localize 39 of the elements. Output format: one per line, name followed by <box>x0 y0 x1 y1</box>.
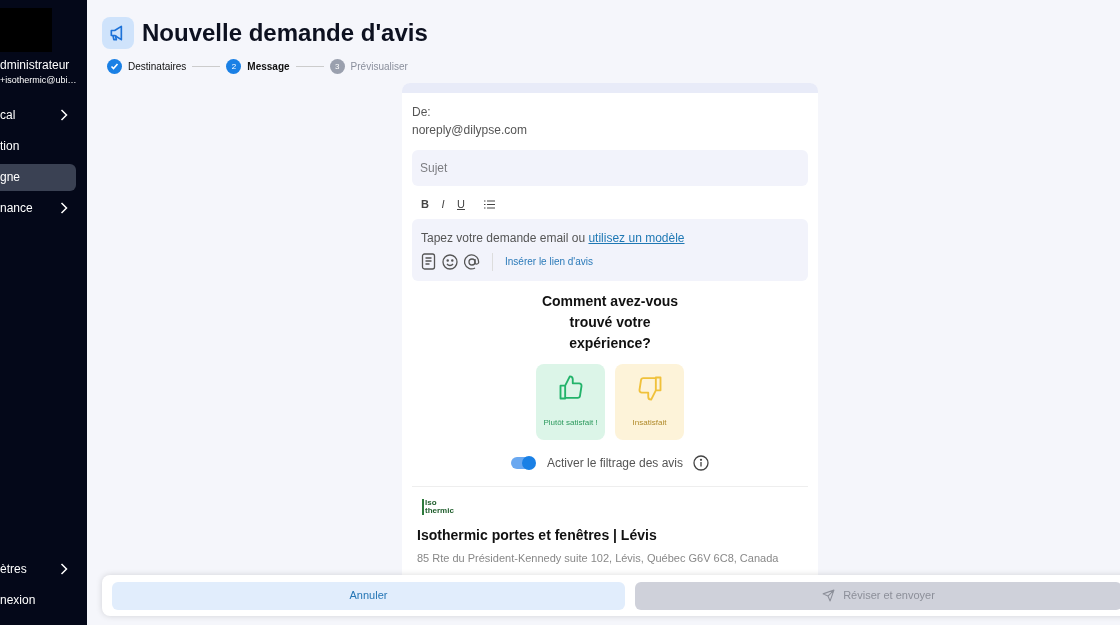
step-label: Message <box>247 60 290 74</box>
filter-toggle-label: Activer le filtrage des avis <box>546 454 684 472</box>
megaphone-icon <box>102 17 134 49</box>
message-editor[interactable]: Tapez votre demande email ou utilisez un modèle Insérer le lien d'avis <box>412 218 808 281</box>
sidebar-item[interactable]: cal <box>0 101 76 129</box>
at-sign-icon[interactable] <box>464 253 480 270</box>
format-button[interactable]: U <box>456 196 466 213</box>
emoji-icon[interactable] <box>442 253 458 270</box>
from-address: noreply@dilypse.com <box>412 122 528 139</box>
sidebar-item[interactable]: nance <box>0 194 76 222</box>
sidebar-item[interactable]: ètres <box>0 555 76 582</box>
logo-placeholder <box>0 8 52 52</box>
step-indicator: 2 <box>226 59 242 74</box>
insert-review-link[interactable]: Insérer le lien d'avis <box>505 254 594 269</box>
list-icon[interactable] <box>484 199 495 209</box>
message-placeholder: Tapez votre demande email ou utilisez un modèle <box>421 229 686 247</box>
user-role: dministrateur <box>0 57 71 74</box>
sidebar-item[interactable]: tion <box>0 132 76 160</box>
user-email: +isothermic@ubi… <box>0 74 78 87</box>
info-icon[interactable] <box>693 454 710 471</box>
send-icon <box>822 589 836 602</box>
step-indicator: 3 <box>329 59 345 74</box>
company-logo: Iso thermic <box>422 498 460 515</box>
survey-question: Comment avez-vous trouvé votre expérience? <box>540 291 680 353</box>
business-address: 85 Rte du Président-Kennedy suite 102, Lévis, Québec G6V 6C8, Canada <box>417 550 780 566</box>
cancel-button[interactable]: Annuler <box>112 581 625 610</box>
sidebar-item[interactable]: nexion <box>0 586 76 613</box>
step-label: Destinataires <box>128 60 187 74</box>
document-icon[interactable] <box>421 253 436 270</box>
subject-field[interactable]: Sujet <box>412 150 808 186</box>
format-button[interactable]: B <box>420 196 430 213</box>
filter-toggle[interactable] <box>510 456 535 469</box>
format-button[interactable]: I <box>438 196 448 213</box>
use-template-link[interactable]: utilisez un modèle <box>588 230 685 245</box>
page-title: Nouvelle demande d'avis <box>142 18 428 48</box>
business-name: Isothermic portes et fenêtres | Lévis <box>417 525 658 545</box>
sidebar-item[interactable]: gne <box>0 163 76 191</box>
step-label: Prévisualiser <box>350 60 408 74</box>
from-label: De: <box>412 104 432 121</box>
